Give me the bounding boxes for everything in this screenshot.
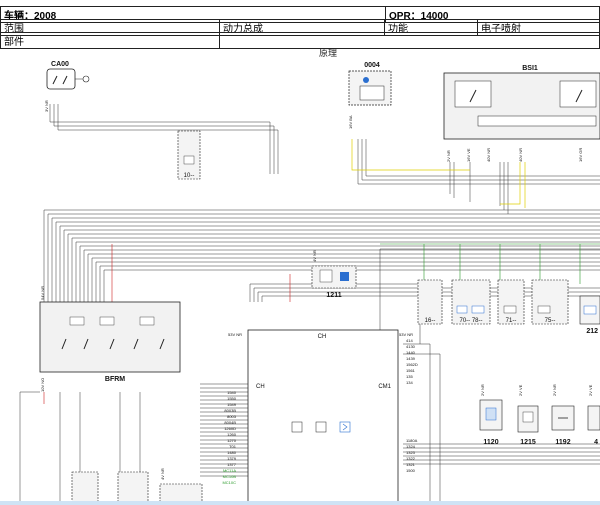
- connector-bsi1-a: 2V NR: [446, 150, 451, 162]
- connector-bfrm-bottom: 10V NO: [40, 378, 45, 392]
- connector-ecu-right: 53V NR: [399, 332, 413, 337]
- label-1211: 1211: [326, 292, 341, 299]
- wire-label: 414: [406, 338, 413, 343]
- component-bfrm: 54V NR BFRM 10V NO: [39, 286, 181, 392]
- connector-1215: 2V VE: [518, 384, 523, 396]
- wiring-diagram: 原理 CA00 3V NR 0004 16V BA BSI1 2V NR 16V…: [19, 48, 600, 505]
- component-212: 212: [579, 295, 600, 335]
- component-1211: 1211 4V NR: [311, 250, 357, 299]
- wire-label: 1549: [227, 402, 237, 407]
- wire-label: 1323: [406, 450, 416, 455]
- label-4: 4: [594, 439, 598, 446]
- wire-label: 1270: [227, 438, 237, 443]
- connector-bsi1-b: 16V VE: [466, 148, 471, 162]
- component-1192: 2V NR 1192: [551, 384, 575, 446]
- wire-label: 1379: [227, 456, 237, 461]
- label-bfrm: BFRM: [105, 376, 125, 383]
- yellow-wires: [351, 139, 526, 208]
- wire-label: 1562D: [406, 362, 418, 367]
- label-cm1: CM1: [378, 384, 391, 390]
- connector-bottom-a: 4V NR: [160, 468, 165, 480]
- connector-ca00: 3V NR: [44, 100, 49, 112]
- connector-bsi1-c: 40V NR: [486, 148, 491, 162]
- connector-0004: 16V BA: [348, 115, 353, 129]
- wire-label: 8003B: [224, 408, 236, 413]
- label-bsi1: BSI1: [522, 65, 538, 72]
- connector-4: 2V VE: [588, 384, 593, 396]
- wire-label: T01: [229, 444, 237, 449]
- wire-label: 1321: [406, 462, 416, 467]
- diagram-title: 原理: [319, 48, 337, 58]
- wire-label: 1550: [227, 396, 237, 401]
- wire-label: 1260D: [224, 426, 236, 431]
- component-4: 2V VE 4: [587, 384, 600, 446]
- label-0004: 0004: [364, 62, 380, 69]
- wire-label: 1180A: [406, 438, 418, 443]
- connector-ecu-left: 53V NR: [228, 332, 242, 337]
- wire-label: 1561: [406, 368, 416, 373]
- connector-1192: 2V NR: [552, 384, 557, 396]
- wire-label: 1322: [406, 456, 416, 461]
- wire-label: 1324: [406, 444, 416, 449]
- connector-bsi1-e: 16V GR: [578, 148, 583, 162]
- wire-label: 1377: [227, 462, 237, 467]
- label-70: 70-- 78--: [459, 318, 482, 324]
- label-16: 16--: [425, 318, 436, 324]
- label-ca00: CA00: [51, 61, 69, 68]
- component-0004: 0004 16V BA: [348, 62, 392, 129]
- component-16: 16--: [417, 279, 443, 325]
- component-10: 10--: [177, 130, 201, 180]
- wire-label: 1440: [406, 350, 416, 355]
- connector-1211: 4V NR: [312, 250, 317, 262]
- label-ch-left: CH: [256, 384, 265, 390]
- label-75: 75--: [545, 318, 556, 324]
- label-1215: 1215: [520, 439, 536, 446]
- bottom-left-components: 4V NR: [71, 468, 203, 505]
- label-10: 10--: [184, 173, 195, 179]
- connector-bfrm-top: 54V NR: [40, 286, 45, 300]
- wire-label: 134: [406, 380, 413, 385]
- wire-label: 1480: [227, 450, 237, 455]
- component-71: 71--: [497, 279, 525, 325]
- wire-label: 8003: [227, 414, 237, 419]
- wire-label: 8004B: [224, 420, 236, 425]
- label-ch-top: CH: [318, 334, 327, 340]
- label-212: 212: [586, 328, 598, 335]
- connector-bsi1-d: 40V NR: [518, 148, 523, 162]
- component-1120: 2V NR 1120: [479, 384, 503, 446]
- wire-label: 4130: [406, 344, 416, 349]
- component-ca00: CA00 3V NR: [44, 61, 90, 112]
- wire-label: 1540: [227, 390, 237, 395]
- component-70: 70-- 78--: [451, 279, 491, 325]
- component-bsi1: BSI1 2V NR 16V VE 40V NR 40V NR 16V GR: [443, 65, 600, 162]
- wire-label: 1500: [406, 468, 416, 473]
- wire-label: MC10C: [222, 480, 236, 485]
- connector-1120: 2V NR: [480, 384, 485, 396]
- wire-label: 1260: [227, 432, 237, 437]
- wire-label: 1439: [406, 356, 416, 361]
- wire-label: MC11A: [223, 468, 236, 473]
- label-1192: 1192: [555, 439, 570, 446]
- ecu-right-wire-labels: 414 4130 1440 1439 1562D 1561 135 134 11…: [406, 338, 418, 473]
- wire-label: 135: [406, 374, 413, 379]
- component-75: 75--: [531, 279, 569, 325]
- component-ecu: CH CH CM1 53V NR 53V NR: [228, 329, 413, 505]
- wire-label: MC10B: [223, 474, 237, 479]
- component-1215: 2V VE 1215: [517, 384, 539, 446]
- bottom-scrollbar[interactable]: [0, 501, 600, 505]
- label-71: 71--: [506, 318, 517, 324]
- label-1120: 1120: [483, 439, 498, 446]
